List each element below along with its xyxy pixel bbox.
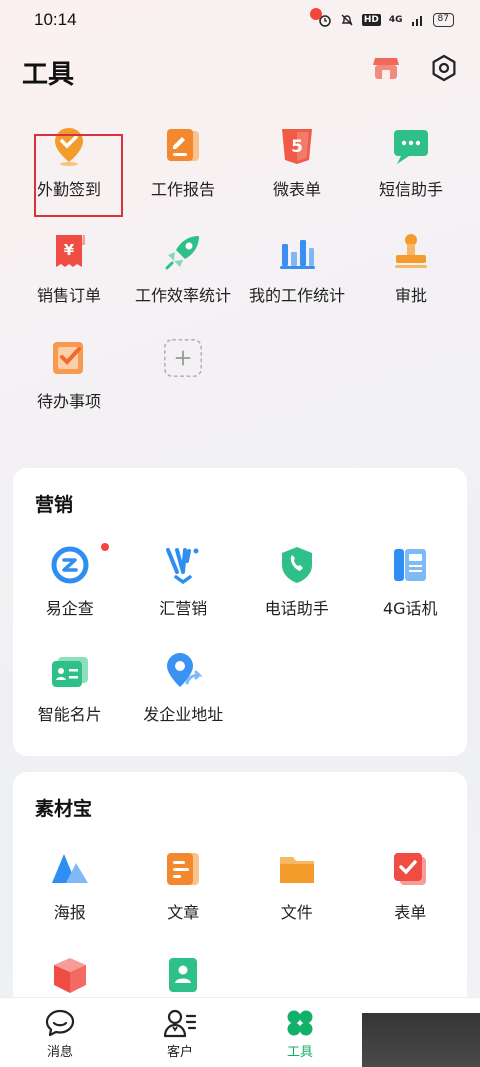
tool-label: 外勤签到: [36, 180, 101, 199]
stamp-icon: [395, 234, 427, 268]
svg-text:¥: ¥: [64, 241, 75, 259]
tool-sales-order[interactable]: ¥ 销售订单: [12, 232, 126, 312]
tab-customers[interactable]: 客户: [120, 998, 240, 1067]
section-title: 素材宝: [35, 798, 93, 820]
svg-text:5: 5: [291, 137, 303, 157]
tool-label: 文件: [280, 903, 313, 922]
tool-form[interactable]: 表单: [354, 849, 468, 929]
status-icons: HD 4G 87: [318, 13, 454, 27]
tool-label: 易企查: [45, 599, 94, 618]
tool-todo[interactable]: 待办事项: [12, 338, 126, 418]
tool-label: 智能名片: [37, 705, 102, 724]
report-edit-icon: [167, 129, 199, 161]
tool-label: 电话助手: [264, 599, 329, 618]
tool-label: 汇营销: [159, 599, 208, 618]
tool-label: 审批: [394, 286, 427, 305]
tool-my-work-stats[interactable]: 我的工作统计: [240, 232, 354, 312]
tool-label: 短信助手: [378, 180, 443, 199]
tool-label: 销售订单: [36, 286, 101, 305]
tab-messages[interactable]: 消息: [0, 998, 120, 1067]
tool-micro-form[interactable]: 5 微表单: [240, 126, 354, 206]
desk-phone-icon: [394, 549, 427, 581]
message-icon: [45, 1009, 75, 1037]
tool-work-efficiency[interactable]: 工作效率统计: [126, 232, 240, 312]
tool-send-address[interactable]: 发企业地址: [127, 651, 241, 731]
html5-form-icon: 5: [282, 129, 312, 164]
notification-dot: [101, 543, 109, 551]
sales-order-icon: ¥: [56, 235, 85, 267]
customer-icon: [163, 1009, 197, 1038]
rocket-icon: [165, 236, 199, 270]
todo-check-icon: [53, 342, 83, 374]
network-label: 4G: [388, 15, 403, 25]
folder-icon: [279, 857, 314, 883]
share-location-icon: [167, 653, 203, 687]
tool-label: 待办事项: [36, 392, 101, 411]
battery-level: 87: [432, 13, 454, 27]
form-icon: [394, 853, 427, 885]
page-title: 工具: [22, 59, 75, 90]
tool-label: 微表单: [272, 180, 321, 199]
tool-label: 海报: [53, 903, 86, 922]
tool-company-search[interactable]: 易企查: [13, 543, 127, 625]
clover-icon: [287, 1010, 313, 1036]
tool-sms-assistant[interactable]: 短信助手: [354, 126, 468, 206]
tool-file[interactable]: 文件: [240, 849, 354, 929]
tool-label: 工作效率统计: [134, 286, 231, 305]
tool-approval[interactable]: 审批: [354, 232, 468, 312]
contact-card-icon: [169, 958, 198, 992]
tab-label: 客户: [166, 1045, 193, 1060]
status-bar: 10:14 HD 4G 87: [0, 0, 480, 40]
sms-icon: [394, 130, 428, 164]
mute-bell-icon: [341, 14, 353, 26]
tool-article[interactable]: 文章: [127, 849, 241, 929]
tool-label: 表单: [394, 903, 427, 922]
status-time: 10:14: [34, 10, 77, 29]
tool-field-checkin[interactable]: 外勤签到: [12, 126, 126, 206]
notification-dot: [310, 8, 322, 20]
tools-grid: 外勤签到 工作报告 5 微表单 短信助手 ¥ 销售订单 工作效率统计 我的工作统…: [0, 104, 480, 418]
tool-label: 我的工作统计: [248, 286, 345, 305]
company-search-icon: [51, 546, 89, 584]
tool-smart-card[interactable]: 智能名片: [13, 651, 127, 731]
plus-icon: [164, 339, 202, 377]
tool-4g-phone[interactable]: 4G话机: [354, 545, 468, 625]
hd-badge: HD: [361, 14, 381, 26]
section-title: 营销: [35, 494, 74, 516]
store-icon[interactable]: [372, 54, 400, 82]
phone-shield-icon: [281, 547, 312, 583]
settings-icon[interactable]: [430, 54, 458, 82]
tool-label: 4G话机: [382, 599, 438, 618]
overlay-thumbnail: [362, 1013, 480, 1067]
marketing-v-icon: [166, 548, 199, 585]
signal-icon: [411, 16, 422, 26]
bar-chart-icon: [280, 240, 315, 269]
marketing-card: 营销 易企查 汇营销 电话助手 4G话机 智能名片 发企业地址: [13, 468, 467, 756]
business-card-icon: [51, 657, 88, 687]
tool-work-report[interactable]: 工作报告: [126, 126, 240, 206]
poster-icon: [51, 854, 88, 883]
tool-label: 发企业地址: [143, 705, 224, 724]
tool-poster[interactable]: 海报: [13, 849, 127, 929]
article-icon: [167, 853, 200, 885]
location-check-icon: [55, 128, 83, 166]
tool-phone-assistant[interactable]: 电话助手: [240, 545, 354, 625]
add-tool-button[interactable]: [126, 338, 240, 418]
tool-label: 工作报告: [150, 180, 215, 199]
box-icon: [53, 958, 86, 993]
tool-hui-marketing[interactable]: 汇营销: [127, 545, 241, 625]
tool-label: 文章: [167, 903, 200, 922]
header: 工具: [0, 40, 480, 104]
tab-label: 工具: [286, 1045, 313, 1060]
tab-label: 消息: [46, 1045, 73, 1060]
tab-tools[interactable]: 工具: [240, 8, 360, 1067]
